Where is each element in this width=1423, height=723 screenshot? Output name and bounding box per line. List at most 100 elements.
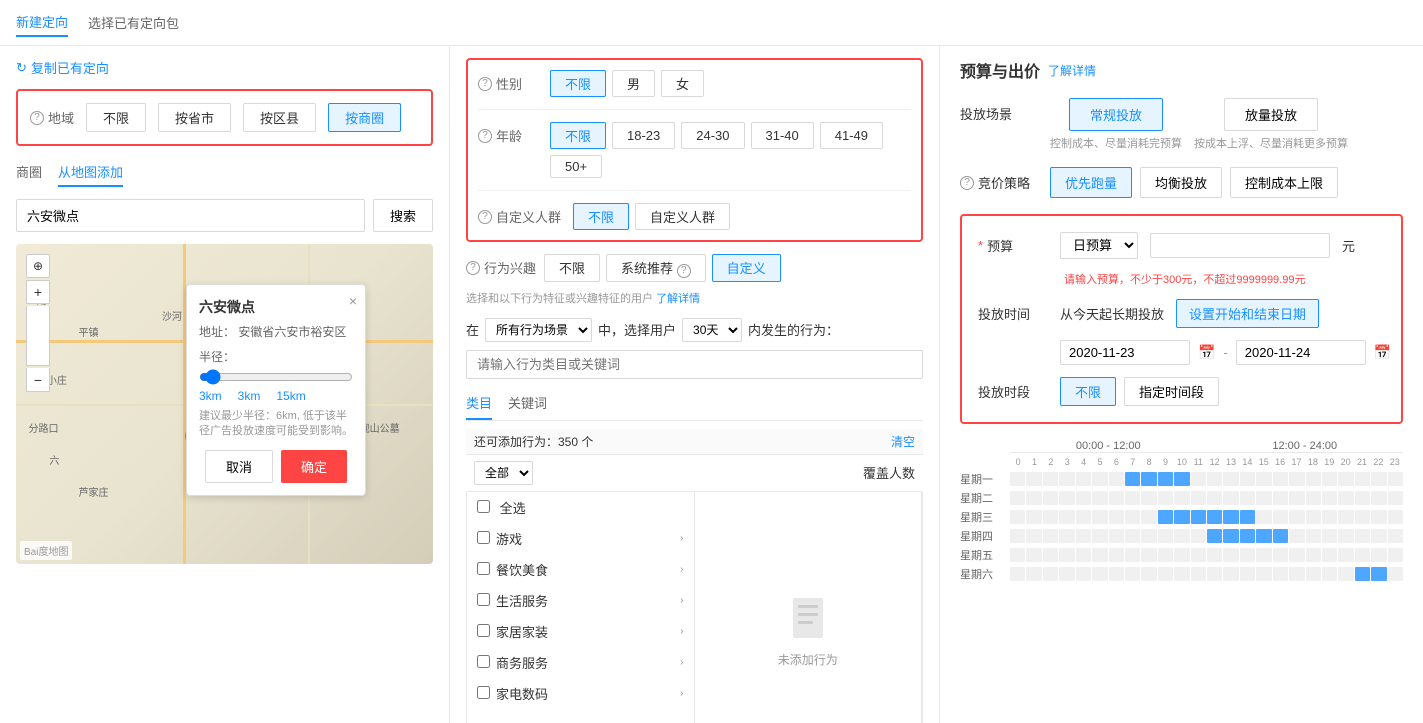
time-slot-星期六-10[interactable] [1174,567,1189,581]
time-slot-星期三-7[interactable] [1125,510,1140,524]
cat-check-food[interactable] [477,562,490,575]
set-date-btn[interactable]: 设置开始和结束日期 [1176,299,1319,328]
time-slot-星期三-2[interactable] [1043,510,1058,524]
time-slot-星期六-16[interactable] [1273,567,1288,581]
tab-new[interactable]: 新建定向 [16,8,68,37]
time-slot-星期四-20[interactable] [1338,529,1353,543]
strategy-info-icon[interactable]: ? [960,176,974,190]
time-slot-星期五-6[interactable] [1109,548,1124,562]
time-slot-星期一-21[interactable] [1355,472,1370,486]
category-food[interactable]: 餐饮美食 › [467,554,694,585]
map-tab-business[interactable]: 商圈 [16,162,42,187]
time-slot-星期六-20[interactable] [1338,567,1353,581]
time-slot-星期一-18[interactable] [1306,472,1321,486]
cat-check-appliance[interactable] [477,686,490,699]
region-circle-btn[interactable]: 按商圈 [328,103,401,132]
time-slot-星期五-16[interactable] [1273,548,1288,562]
time-slot-星期三-9[interactable] [1158,510,1173,524]
behavior-scene-select[interactable]: 所有行为场景 [485,318,592,342]
time-slot-星期五-10[interactable] [1174,548,1189,562]
time-slot-星期四-17[interactable] [1289,529,1304,543]
time-slot-星期三-10[interactable] [1174,510,1189,524]
time-slot-星期三-17[interactable] [1289,510,1304,524]
time-slot-星期三-16[interactable] [1273,510,1288,524]
time-slot-星期五-5[interactable] [1092,548,1107,562]
time-slot-星期二-14[interactable] [1240,491,1255,505]
time-slot-星期六-8[interactable] [1141,567,1156,581]
placement-normal-btn[interactable]: 常规投放 [1069,98,1163,131]
time-slot-星期四-3[interactable] [1059,529,1074,543]
time-slot-星期四-2[interactable] [1043,529,1058,543]
time-slot-星期四-22[interactable] [1371,529,1386,543]
time-slot-星期五-22[interactable] [1371,548,1386,562]
time-slot-星期四-18[interactable] [1306,529,1321,543]
time-slot-星期一-8[interactable] [1141,472,1156,486]
time-slot-星期五-8[interactable] [1141,548,1156,562]
time-slot-星期一-9[interactable] [1158,472,1173,486]
time-slot-星期三-11[interactable] [1191,510,1206,524]
budget-learn-more[interactable]: 了解详情 [1048,62,1096,79]
time-slot-星期二-3[interactable] [1059,491,1074,505]
time-slot-星期六-19[interactable] [1322,567,1337,581]
time-slot-星期三-21[interactable] [1355,510,1370,524]
end-date-input[interactable] [1236,340,1366,365]
category-all[interactable]: 全选 [467,492,694,523]
time-slot-星期一-15[interactable] [1256,472,1271,486]
time-slot-星期五-20[interactable] [1338,548,1353,562]
time-slot-星期五-15[interactable] [1256,548,1271,562]
time-slot-星期四-9[interactable] [1158,529,1173,543]
time-slot-星期四-5[interactable] [1092,529,1107,543]
cat-checkbox-all[interactable]: 全选 [477,498,526,517]
time-slot-星期二-19[interactable] [1322,491,1337,505]
time-slot-星期六-17[interactable] [1289,567,1304,581]
copy-existing-btn[interactable]: ↻ 复制已有定向 [16,58,433,77]
gender-unlimited[interactable]: 不限 [550,70,606,97]
time-slot-星期三-3[interactable] [1059,510,1074,524]
time-slot-星期六-18[interactable] [1306,567,1321,581]
time-slot-星期三-23[interactable] [1388,510,1403,524]
time-slot-星期三-12[interactable] [1207,510,1222,524]
system-info-icon[interactable]: ? [677,264,691,278]
time-slot-星期一-11[interactable] [1191,472,1206,486]
kw-tab-keyword[interactable]: 关键词 [508,387,547,420]
time-slot-星期五-19[interactable] [1322,548,1337,562]
radius-3km-1[interactable]: 3km [199,389,222,403]
category-home[interactable]: 家居家装 › [467,616,694,647]
time-slot-星期一-13[interactable] [1223,472,1238,486]
time-slot-星期二-12[interactable] [1207,491,1222,505]
behavior-interest-info[interactable]: ? [466,261,480,275]
start-date-input[interactable] [1060,340,1190,365]
time-slot-星期一-2[interactable] [1043,472,1058,486]
time-slot-星期六-2[interactable] [1043,567,1058,581]
time-slot-星期五-13[interactable] [1223,548,1238,562]
map-zoom-out[interactable]: − [26,368,50,392]
time-slot-星期一-10[interactable] [1174,472,1189,486]
time-slot-星期二-5[interactable] [1092,491,1107,505]
time-slot-星期一-23[interactable] [1388,472,1403,486]
time-slot-星期六-1[interactable] [1026,567,1041,581]
time-slot-星期一-16[interactable] [1273,472,1288,486]
time-slot-星期六-14[interactable] [1240,567,1255,581]
behavior-days-select[interactable]: 30天 [682,318,742,342]
time-slot-星期五-11[interactable] [1191,548,1206,562]
region-info-icon[interactable]: ? [30,111,44,125]
time-slot-星期二-4[interactable] [1076,491,1091,505]
time-slot-星期四-16[interactable] [1273,529,1288,543]
time-slot-星期四-6[interactable] [1109,529,1124,543]
time-slot-星期三-6[interactable] [1109,510,1124,524]
custom-unlimited[interactable]: 不限 [573,203,629,230]
time-slot-星期一-20[interactable] [1338,472,1353,486]
budget-amount-input[interactable] [1150,233,1330,258]
radius-15km[interactable]: 15km [276,389,305,403]
map-compass[interactable]: ⊕ [26,254,50,278]
age-41-49[interactable]: 41-49 [820,122,883,149]
time-slot-星期六-5[interactable] [1092,567,1107,581]
time-slot-星期三-18[interactable] [1306,510,1321,524]
time-slot-星期六-0[interactable] [1010,567,1025,581]
custom-info-icon[interactable]: ? [478,210,492,224]
time-slot-星期二-17[interactable] [1289,491,1304,505]
category-game[interactable]: 游戏 › [467,523,694,554]
time-slot-星期二-16[interactable] [1273,491,1288,505]
behavior-keyword-input[interactable] [466,350,923,379]
time-slot-星期五-4[interactable] [1076,548,1091,562]
